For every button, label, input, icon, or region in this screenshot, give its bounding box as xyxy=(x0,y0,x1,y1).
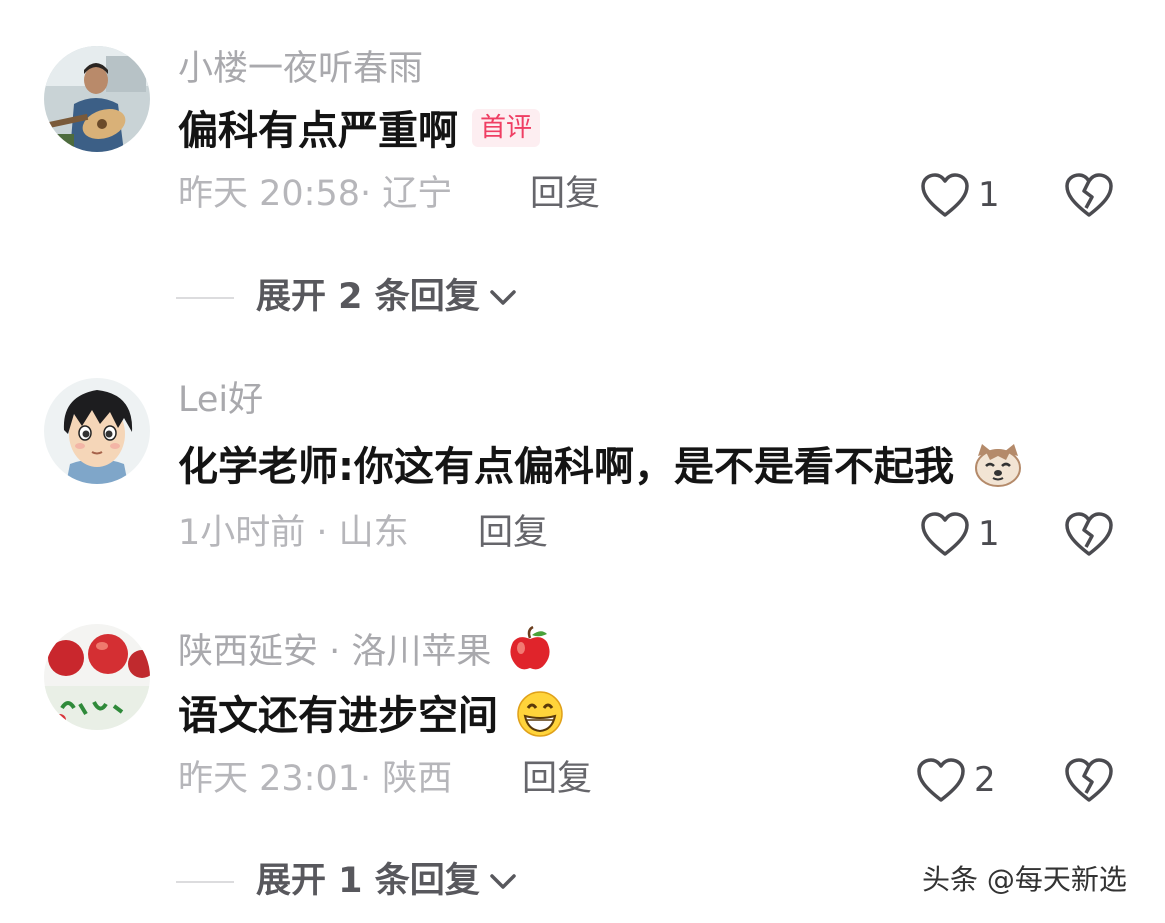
comment-meta: 1小时前 · 山东 xyxy=(178,513,409,553)
broken-heart-icon[interactable] xyxy=(1064,172,1114,218)
like-count: 2 xyxy=(974,760,996,800)
avatar[interactable] xyxy=(44,46,150,152)
avatar[interactable] xyxy=(44,624,150,730)
reply-button[interactable]: 回复 xyxy=(478,516,548,551)
divider xyxy=(176,880,234,883)
like-button[interactable]: 1 xyxy=(920,172,1000,218)
expand-replies-label: 展开 1 条回复 xyxy=(256,861,480,901)
comment-body: 语文还有进步空间 xyxy=(178,693,498,739)
username[interactable]: 小楼一夜听春雨 xyxy=(178,52,423,87)
comment-body: 偏科有点严重啊 xyxy=(178,108,458,154)
grinning-face-emoji xyxy=(517,691,563,737)
username-text: 陕西延安 · 洛川苹果 xyxy=(178,632,492,672)
cat-face-emoji xyxy=(974,444,1021,487)
like-count: 1 xyxy=(978,175,1000,215)
red-apple-emoji xyxy=(509,626,550,670)
heart-icon xyxy=(917,758,965,802)
watermark: 头条 @每天新选 xyxy=(922,863,1127,896)
divider xyxy=(176,296,234,299)
heart-icon xyxy=(921,512,969,556)
comment-text: 语文还有进步空间 xyxy=(178,691,564,742)
like-count: 1 xyxy=(978,514,1000,554)
comment-text: 偏科有点严重啊 首评 xyxy=(178,108,541,154)
username[interactable]: Lei好 xyxy=(178,383,263,418)
like-button[interactable]: 1 xyxy=(920,511,1000,557)
like-button[interactable]: 2 xyxy=(916,757,996,803)
first-comment-badge: 首评 xyxy=(472,109,541,147)
comment-meta: 昨天 20:58· 辽宁 xyxy=(178,174,453,214)
username[interactable]: 陕西延安 · 洛川苹果 xyxy=(178,626,553,676)
expand-replies[interactable]: 展开 1 条回复 xyxy=(176,864,518,899)
expand-replies[interactable]: 展开 2 条回复 xyxy=(176,280,518,315)
heart-icon xyxy=(921,173,969,217)
avatar[interactable] xyxy=(44,378,150,484)
broken-heart-icon[interactable] xyxy=(1064,757,1114,803)
broken-heart-icon[interactable] xyxy=(1064,511,1114,557)
expand-replies-label: 展开 2 条回复 xyxy=(256,277,480,317)
chevron-down-icon xyxy=(489,289,516,305)
comment-meta: 昨天 23:01· 陕西 xyxy=(178,759,453,799)
chevron-down-icon xyxy=(489,873,516,889)
reply-button[interactable]: 回复 xyxy=(522,762,592,797)
comment-text: 化学老师:你这有点偏科啊，是不是看不起我 xyxy=(178,444,1024,492)
comment-body: 化学老师:你这有点偏科啊，是不是看不起我 xyxy=(178,444,954,490)
reply-button[interactable]: 回复 xyxy=(530,177,600,212)
